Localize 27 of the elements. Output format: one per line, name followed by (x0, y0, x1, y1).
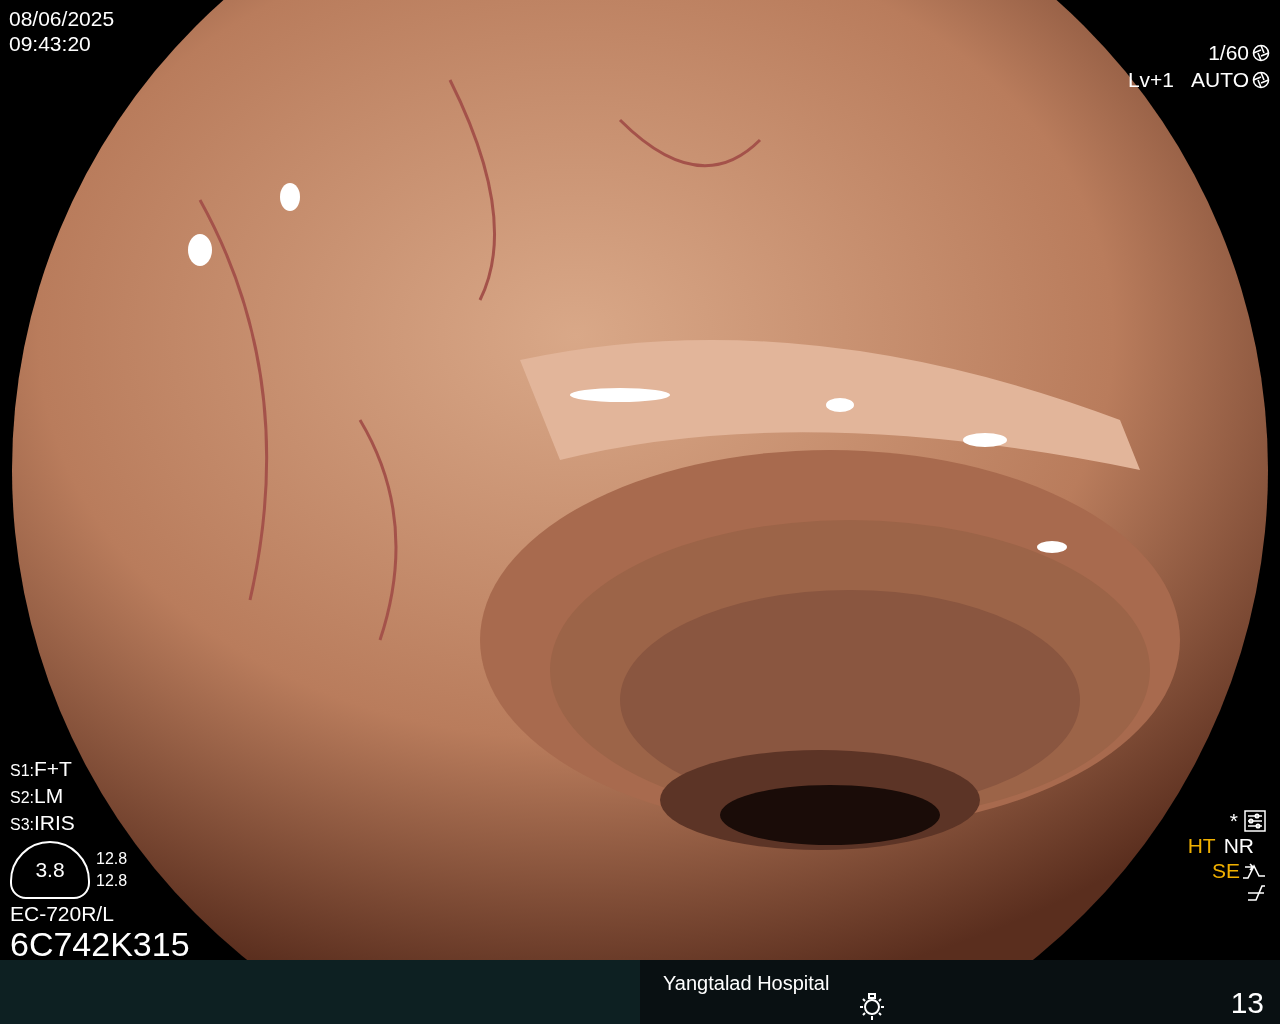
setting-value: LM (34, 783, 64, 808)
curve-icon (1242, 860, 1266, 881)
shutter-speed: 1/60 (1208, 40, 1249, 65)
mode-label: HT (1187, 833, 1216, 858)
mode-label: SE (1212, 858, 1240, 883)
setting-value: IRIS (34, 810, 75, 835)
asterisk-mark: * (1229, 808, 1238, 833)
mode-label: NR (1223, 833, 1254, 858)
hospital-name: Yangtalad Hospital (663, 971, 830, 996)
aperture-icon (1252, 70, 1270, 89)
brightness-level: Lv+1 (1127, 67, 1175, 92)
sliders-icon (1244, 809, 1266, 832)
setting-key: S3: (10, 812, 34, 837)
zoom-gauge: 3.8 (10, 841, 90, 899)
slash-icon (1246, 883, 1266, 903)
iris-mode: AUTO (1191, 67, 1249, 92)
shutter-icon (1252, 43, 1270, 62)
image-count: 13 (1230, 986, 1264, 1020)
time-text: 09:43:20 (9, 31, 92, 56)
setting-value: F+T (34, 756, 72, 781)
setting-key: S2: (10, 785, 34, 810)
serial-number: 6C742K315 (10, 926, 190, 962)
zoom-reading: 12.8 (96, 849, 128, 869)
zoom-reading: 12.8 (96, 871, 128, 891)
scope-model: EC-720R/L (10, 901, 115, 926)
setting-key: S1: (10, 758, 34, 783)
date-text: 08/06/2025 (9, 6, 115, 31)
